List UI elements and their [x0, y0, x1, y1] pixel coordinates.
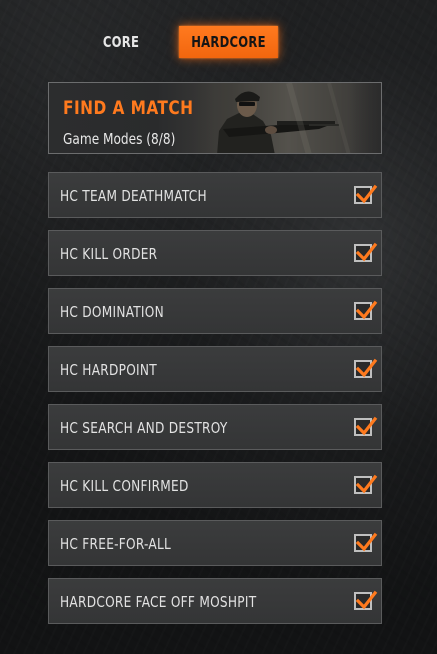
- checkmark-icon: [355, 358, 378, 378]
- checkbox[interactable]: [354, 300, 378, 320]
- checkmark-icon: [355, 184, 378, 204]
- mode-row-hc-team-deathmatch[interactable]: HC TEAM DEATHMATCH: [48, 172, 382, 218]
- checkmark-icon: [355, 416, 378, 436]
- checkmark-icon: [355, 300, 378, 320]
- checkbox[interactable]: [354, 358, 378, 378]
- mode-label: HC FREE-FOR-ALL: [60, 535, 172, 553]
- checkbox[interactable]: [354, 184, 378, 204]
- checkbox[interactable]: [354, 590, 378, 610]
- checkbox[interactable]: [354, 532, 378, 552]
- mode-label: HC SEARCH AND DESTROY: [60, 419, 228, 437]
- checkbox[interactable]: [354, 474, 378, 494]
- mode-row-hc-search-and-destroy[interactable]: HC SEARCH AND DESTROY: [48, 404, 382, 450]
- checkmark-icon: [355, 474, 378, 494]
- mode-row-hardcore-face-off-moshpit[interactable]: HARDCORE FACE OFF MOSHPIT: [48, 578, 382, 624]
- checkmark-icon: [355, 532, 378, 552]
- mode-label: HC KILL CONFIRMED: [60, 477, 189, 495]
- checkbox[interactable]: [354, 242, 378, 262]
- mode-row-hc-free-for-all[interactable]: HC FREE-FOR-ALL: [48, 520, 382, 566]
- game-modes-count: Game Modes (8/8): [63, 130, 176, 148]
- mode-label: HARDCORE FACE OFF MOSHPIT: [60, 593, 257, 611]
- checkmark-icon: [355, 242, 378, 262]
- mode-label: HC TEAM DEATHMATCH: [60, 187, 207, 205]
- checkmark-icon: [355, 590, 378, 610]
- find-match-title: FIND A MATCH: [63, 97, 194, 119]
- tab-hardcore[interactable]: HARDCORE: [179, 26, 278, 58]
- mode-row-hc-kill-order[interactable]: HC KILL ORDER: [48, 230, 382, 276]
- checkbox[interactable]: [354, 416, 378, 436]
- find-match-panel[interactable]: FIND A MATCH Game Modes (8/8): [48, 82, 382, 154]
- mode-label: HC DOMINATION: [60, 303, 164, 321]
- mode-row-hc-hardpoint[interactable]: HC HARDPOINT: [48, 346, 382, 392]
- mode-row-hc-kill-confirmed[interactable]: HC KILL CONFIRMED: [48, 462, 382, 508]
- mode-row-hc-domination[interactable]: HC DOMINATION: [48, 288, 382, 334]
- mode-label: HC HARDPOINT: [60, 361, 157, 379]
- tab-core[interactable]: CORE: [87, 26, 154, 58]
- mode-label: HC KILL ORDER: [60, 245, 158, 263]
